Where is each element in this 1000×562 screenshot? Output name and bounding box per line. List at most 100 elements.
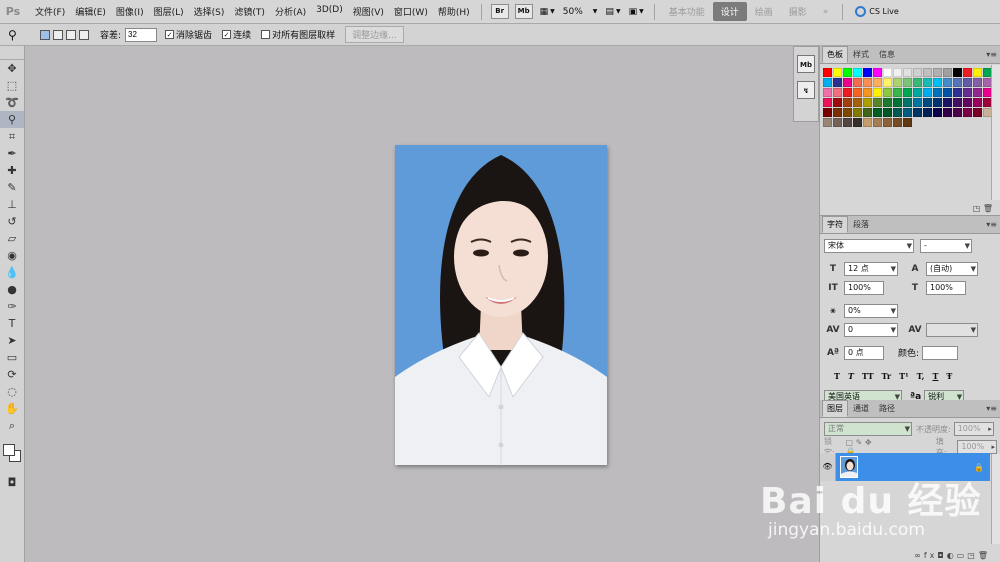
quick-selection-tool-icon[interactable]: ⚲	[8, 28, 34, 42]
swatch-cell[interactable]	[933, 68, 942, 77]
menu-view[interactable]: 视图(V)	[348, 5, 389, 18]
swatch-cell[interactable]	[873, 98, 882, 107]
swatch-cell[interactable]	[933, 98, 942, 107]
swatch-cell[interactable]	[843, 78, 852, 87]
swatch-cell[interactable]	[973, 98, 982, 107]
intersect-selection-icon[interactable]	[79, 29, 89, 40]
folder-icon[interactable]: ▭	[957, 551, 968, 560]
swatch-cell[interactable]	[943, 108, 952, 117]
swatch-cell[interactable]	[953, 68, 962, 77]
swatch-cell[interactable]	[963, 78, 972, 87]
swatch-cell[interactable]	[883, 118, 892, 127]
swatch-cell[interactable]	[943, 98, 952, 107]
faux-italic-button[interactable]: T	[848, 371, 854, 381]
swatch-cell[interactable]	[963, 98, 972, 107]
new-selection-icon[interactable]	[40, 29, 50, 40]
contiguous-checkbox[interactable]: ✓ 连续	[222, 28, 251, 41]
swatch-cell[interactable]	[913, 78, 922, 87]
swatch-cell[interactable]	[913, 108, 922, 117]
swatch-cell[interactable]	[973, 68, 982, 77]
blend-mode-select[interactable]: 正常 ▼	[824, 422, 912, 436]
swatch-cell[interactable]	[873, 108, 882, 117]
zoom-level[interactable]: 50%	[563, 7, 583, 17]
tab-layers[interactable]: 图层	[822, 400, 848, 417]
history-brush-tool-icon[interactable]: ↺	[0, 213, 24, 230]
swatch-cell[interactable]	[953, 88, 962, 97]
add-selection-icon[interactable]	[53, 29, 63, 40]
swatch-cell[interactable]	[853, 108, 862, 117]
swatch-cell[interactable]	[933, 88, 942, 97]
mini-bridge-dock-icon[interactable]: Mb	[797, 55, 815, 73]
type-tool-icon[interactable]: T	[0, 315, 24, 332]
swatch-cell[interactable]	[963, 108, 972, 117]
swatch-cell[interactable]	[843, 118, 852, 127]
swatch-cell[interactable]	[843, 108, 852, 117]
faux-bold-button[interactable]: T	[834, 371, 840, 381]
blur-tool-icon[interactable]: 💧	[0, 264, 24, 281]
swatch-cell[interactable]	[943, 78, 952, 87]
swatch-cell[interactable]	[863, 108, 872, 117]
swatch-cell[interactable]	[833, 78, 842, 87]
swatch-cell[interactable]	[853, 118, 862, 127]
swatch-cell[interactable]	[833, 88, 842, 97]
swatch-cell[interactable]	[913, 88, 922, 97]
swatch-cell[interactable]	[893, 98, 902, 107]
swatch-cell[interactable]	[923, 88, 932, 97]
tab-styles[interactable]: 样式	[848, 46, 874, 63]
swatch-cell[interactable]	[883, 68, 892, 77]
swatch-cell[interactable]	[893, 108, 902, 117]
document-canvas[interactable]	[395, 145, 607, 465]
superscript-button[interactable]: T¹	[899, 371, 908, 381]
swatch-cell[interactable]	[973, 78, 982, 87]
panel-menu-icon[interactable]: ▾≡	[986, 220, 997, 229]
fill-input[interactable]: 100% ▸	[957, 440, 997, 454]
trash-icon[interactable]: 🗑	[978, 551, 991, 560]
tab-paths[interactable]: 路径	[874, 400, 900, 417]
swatch-cell[interactable]	[853, 98, 862, 107]
leading-select[interactable]: (自动) ▼	[926, 261, 978, 276]
view-extras-dropdown[interactable]: ▦ ▼	[540, 7, 555, 17]
quick-selection-tool-icon[interactable]: ⚲	[0, 111, 24, 128]
3d-rotate-tool-icon[interactable]: ⟳	[0, 366, 24, 383]
healing-brush-tool-icon[interactable]: ✚	[0, 162, 24, 179]
swatch-cell[interactable]	[933, 78, 942, 87]
swatch-cell[interactable]	[843, 98, 852, 107]
trash-icon[interactable]: 🗑	[983, 204, 993, 213]
dodge-tool-icon[interactable]: ●	[0, 281, 24, 298]
tracking-select[interactable]: ▼	[926, 322, 978, 337]
screen-mode-dropdown[interactable]: ▣ ▼	[629, 7, 644, 17]
swatch-cell[interactable]	[873, 118, 882, 127]
marquee-tool-icon[interactable]: ⬚	[0, 77, 24, 94]
small-caps-button[interactable]: Tr	[882, 371, 892, 381]
toolbox-grip[interactable]	[0, 46, 24, 60]
panel-menu-icon[interactable]: ▾≡	[986, 50, 997, 59]
mini-bridge-button[interactable]: Mb	[514, 4, 533, 19]
brush-tool-icon[interactable]: ✎	[0, 179, 24, 196]
workspace-basic[interactable]: 基本功能	[661, 2, 713, 21]
swatch-cell[interactable]	[863, 118, 872, 127]
clone-stamp-tool-icon[interactable]: ⊥	[0, 196, 24, 213]
new-layer-icon[interactable]: ◳	[967, 551, 978, 560]
swatch-cell[interactable]	[923, 68, 932, 77]
menu-3d[interactable]: 3D(D)	[311, 5, 348, 18]
path-selection-tool-icon[interactable]: ➤	[0, 332, 24, 349]
layer-row[interactable]: 👁 🔒	[820, 453, 990, 481]
tsume-select[interactable]: 0% ▼	[844, 303, 898, 318]
swatches-scrollbar[interactable]	[991, 65, 1000, 200]
swatch-cell[interactable]	[823, 108, 832, 117]
zoom-dropdown[interactable]: ▼	[591, 8, 598, 15]
menu-edit[interactable]: 编辑(E)	[70, 5, 111, 18]
subtract-selection-icon[interactable]	[66, 29, 76, 40]
tab-character[interactable]: 字符	[822, 216, 848, 233]
swatch-cell[interactable]	[903, 98, 912, 107]
swatch-cell[interactable]	[863, 88, 872, 97]
move-tool-icon[interactable]: ✥	[0, 60, 24, 77]
crop-tool-icon[interactable]: ⌗	[0, 128, 24, 145]
eraser-tool-icon[interactable]: ▱	[0, 230, 24, 247]
workspace-more[interactable]: »	[815, 4, 837, 20]
3d-orbit-tool-icon[interactable]: ◌	[0, 383, 24, 400]
tab-info[interactable]: 信息	[874, 46, 900, 63]
eyedropper-tool-icon[interactable]: ✒	[0, 145, 24, 162]
tab-swatches[interactable]: 色板	[822, 46, 848, 63]
swatch-cell[interactable]	[833, 68, 842, 77]
